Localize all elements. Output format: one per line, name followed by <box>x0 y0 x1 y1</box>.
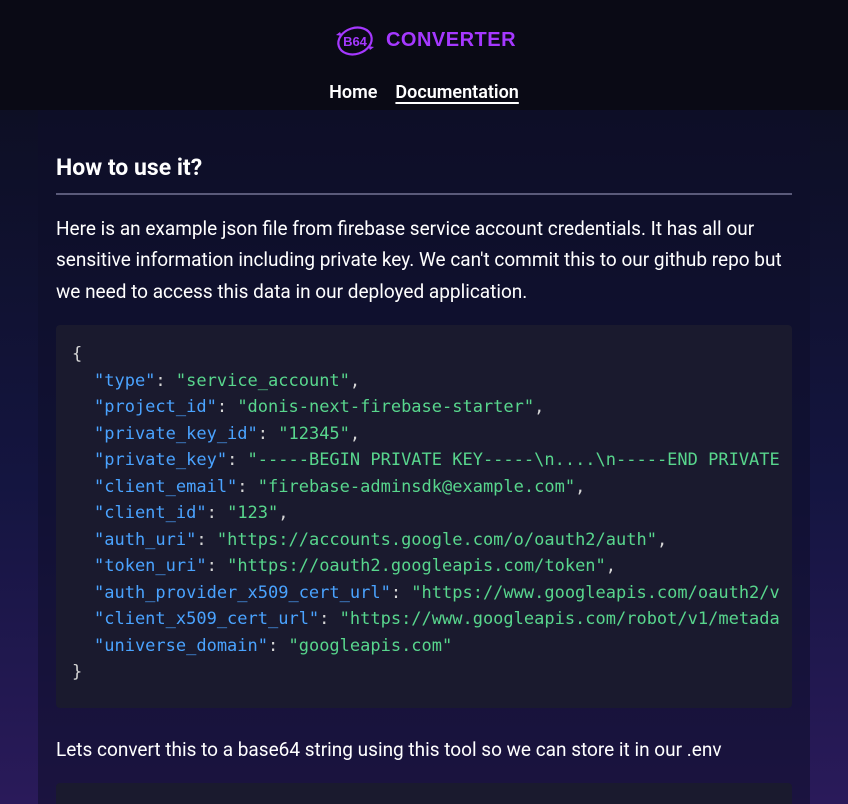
header: B64 CONVERTER Home Documentation <box>0 0 848 110</box>
nav: Home Documentation <box>329 82 519 103</box>
intro-paragraph: Here is an example json file from fireba… <box>56 213 792 307</box>
logo-refresh-icon: B64 <box>332 18 378 64</box>
env-code-block[interactable]: # Firebase Service Account CertFIREBASE_… <box>56 783 792 804</box>
section-heading: How to use it? <box>56 154 792 195</box>
logo[interactable]: B64 CONVERTER <box>332 18 516 64</box>
content: How to use it? Here is an example json f… <box>38 110 810 804</box>
logo-text: CONVERTER <box>386 29 516 52</box>
json-code-block[interactable]: {"type": "service_account","project_id":… <box>56 325 792 708</box>
after-code-paragraph: Lets convert this to a base64 string usi… <box>56 734 792 765</box>
nav-home[interactable]: Home <box>329 82 377 103</box>
svg-text:B64: B64 <box>343 34 368 49</box>
nav-documentation[interactable]: Documentation <box>395 82 518 103</box>
